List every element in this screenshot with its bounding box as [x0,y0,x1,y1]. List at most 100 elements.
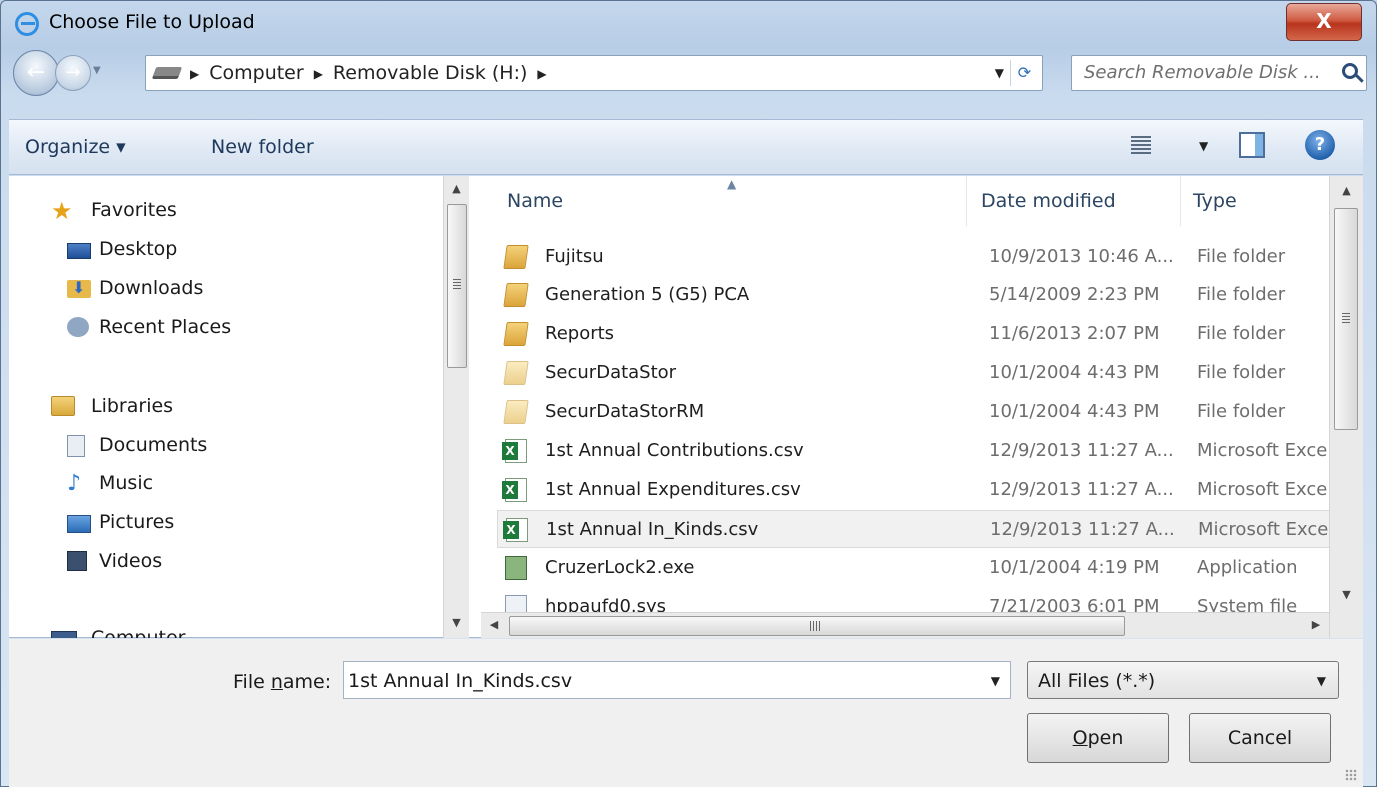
column-header-label: Name [507,190,564,212]
file-type: File folder [1197,284,1286,305]
nav-item-label: Libraries [91,395,174,417]
title-bar: Choose File to Upload X [1,1,1376,45]
scroll-up-icon[interactable]: ▲ [1330,184,1363,197]
file-date-modified: 10/1/2004 4:43 PM [989,401,1160,422]
file-type: Microsoft Excel [1198,519,1330,540]
navigation-pane: ★ Favorites Desktop Downloads Recent Pla… [9,176,471,638]
file-type: Microsoft Excel [1197,440,1329,461]
scroll-grip-icon [1342,313,1350,323]
sort-ascending-icon: ▲ [727,177,737,191]
resize-grip-icon[interactable] [1345,769,1357,781]
recent-places-icon [67,317,89,337]
refresh-icon[interactable]: ⟳ [1010,60,1038,86]
file-date-modified: 12/9/2013 11:27 A... [990,519,1175,540]
file-row-selected[interactable]: 1st Annual In_Kinds.csv 12/9/2013 11:27 … [497,510,1331,548]
file-type-select[interactable]: All Files (*.*) ▼ [1027,661,1339,699]
file-upload-dialog: Choose File to Upload X ← → ▼ ▶ Computer… [0,0,1377,787]
documents-icon [67,435,85,457]
help-icon[interactable]: ? [1305,130,1335,160]
file-date-modified: 10/1/2004 4:43 PM [989,362,1160,383]
file-type: Microsoft Excel [1197,479,1329,500]
file-list-vertical-scrollbar[interactable]: ▲ ▼ [1329,176,1363,638]
breadcrumb-chevron-icon[interactable]: ▶ [537,62,546,86]
downloads-icon [67,278,91,298]
navigation-pane-scrollbar[interactable]: ▲ ▼ [443,176,469,638]
file-list-horizontal-scrollbar[interactable]: ◀ ▶ [481,612,1329,638]
file-row[interactable]: Fujitsu 10/9/2013 10:46 A... File folder [497,238,1331,276]
scrollbar-thumb[interactable] [509,616,1125,636]
libraries-icon [51,396,75,416]
open-button[interactable]: Open [1027,713,1169,763]
scroll-down-icon[interactable]: ▼ [1330,588,1363,601]
nav-item-label: Videos [99,550,163,572]
application-icon [505,556,527,580]
scroll-grip-icon [453,279,461,289]
forward-arrow-icon: → [65,62,81,83]
folder-icon [503,283,529,307]
file-name: 1st Annual Contributions.csv [545,440,804,461]
file-row[interactable]: CruzerLock2.exe 10/1/2004 4:19 PM Applic… [497,549,1331,587]
scroll-right-icon[interactable]: ▶ [1303,618,1329,631]
nav-item-label: Recent Places [99,316,232,338]
cancel-button[interactable]: Cancel [1189,713,1331,763]
file-row[interactable]: 1st Annual Expenditures.csv 12/9/2013 11… [497,471,1331,509]
scrollbar-thumb[interactable] [447,204,467,368]
nav-item-label: Pictures [99,511,175,533]
column-header-date-modified[interactable]: Date modified [981,176,1181,226]
back-button[interactable]: ← [13,50,59,96]
file-row[interactable]: Generation 5 (G5) PCA 5/14/2009 2:23 PM … [497,276,1331,314]
file-name: Generation 5 (G5) PCA [545,284,750,305]
search-placeholder: Search Removable Disk ... [1084,62,1321,83]
command-toolbar: Organize ▾ New folder ▼ ? [9,119,1363,175]
file-name: 1st Annual Expenditures.csv [545,479,801,500]
recent-pages-dropdown-icon[interactable]: ▼ [93,65,101,76]
scroll-up-icon[interactable]: ▲ [444,182,469,195]
music-icon: ♪ [67,471,82,496]
breadcrumb-chevron-icon[interactable]: ▶ [190,62,199,86]
file-name: Fujitsu [545,246,604,267]
organize-menu-button[interactable]: Organize ▾ [25,136,126,158]
file-date-modified: 11/6/2013 2:07 PM [989,323,1160,344]
scrollbar-thumb[interactable] [1334,208,1358,430]
column-header-label: Type [1193,190,1237,212]
preview-pane-icon[interactable] [1239,132,1265,158]
search-icon[interactable] [1342,63,1358,79]
file-row[interactable]: Reports 11/6/2013 2:07 PM File folder [497,315,1331,353]
scroll-left-icon[interactable]: ◀ [481,618,507,631]
file-name: 1st Annual In_Kinds.csv [546,519,759,540]
change-view-icon[interactable] [1131,136,1151,154]
videos-icon [67,551,87,571]
file-type: File folder [1197,401,1286,422]
column-header-label: Date modified [981,190,1116,212]
file-row[interactable]: SecurDataStor 10/1/2004 4:43 PM File fol… [497,354,1331,392]
column-header-name[interactable]: ▲ Name [507,176,967,226]
file-type-dropdown-icon: ▼ [1316,674,1326,688]
breadcrumb-chevron-icon[interactable]: ▶ [314,62,323,86]
file-name: CruzerLock2.exe [545,557,695,578]
search-input[interactable]: Search Removable Disk ... [1071,55,1367,91]
view-options-dropdown-icon[interactable]: ▼ [1199,139,1208,153]
folder-icon [503,400,529,424]
column-header-type[interactable]: Type [1193,176,1333,226]
address-history-dropdown-icon[interactable]: ▼ [995,66,1004,80]
file-name-dropdown-icon[interactable]: ▼ [991,674,1000,688]
scroll-down-icon[interactable]: ▼ [444,616,469,629]
dialog-footer: File name: 1st Annual In_Kinds.csv ▼ All… [9,639,1363,787]
file-date-modified: 10/1/2004 4:19 PM [989,557,1160,578]
back-arrow-icon: ← [26,60,46,85]
file-row[interactable]: 1st Annual Contributions.csv 12/9/2013 1… [497,432,1331,470]
star-icon: ★ [51,197,73,225]
breadcrumb-computer[interactable]: Computer [209,62,303,86]
excel-file-icon [503,518,528,542]
address-bar[interactable]: ▶ Computer ▶ Removable Disk (H:) ▶ ▼ ⟳ [145,55,1043,91]
file-name-input[interactable]: 1st Annual In_Kinds.csv ▼ [343,661,1011,699]
desktop-icon [67,243,91,259]
file-date-modified: 12/9/2013 11:27 A... [989,479,1174,500]
new-folder-button[interactable]: New folder [211,136,314,158]
pictures-icon [67,515,91,533]
breadcrumb-removable-disk[interactable]: Removable Disk (H:) [333,62,528,86]
forward-button[interactable]: → [55,55,91,91]
close-button[interactable]: X [1286,3,1362,41]
file-date-modified: 10/9/2013 10:46 A... [989,246,1174,267]
file-row[interactable]: SecurDataStorRM 10/1/2004 4:43 PM File f… [497,393,1331,431]
